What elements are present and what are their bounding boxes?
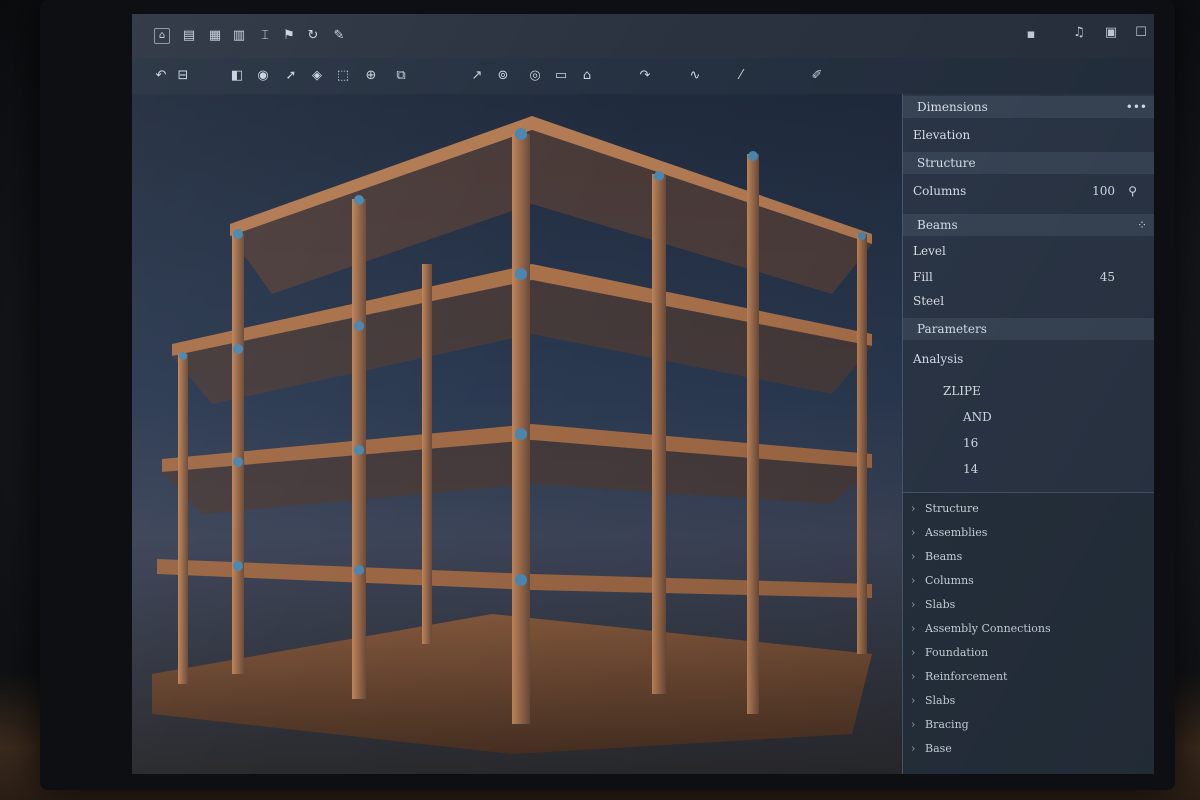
tree-item[interactable]: › Structure [911, 499, 979, 519]
panel-row[interactable]: Structure [903, 152, 1154, 174]
panel-row[interactable]: 14 [963, 458, 1154, 480]
chevron-right-icon[interactable]: › [911, 715, 925, 735]
chevron-right-icon[interactable]: › [911, 499, 925, 519]
tree-item[interactable]: › Bracing [911, 715, 969, 735]
row-label: Elevation [913, 128, 971, 142]
undo-icon[interactable]: ↶ [152, 67, 170, 85]
panel-row[interactable]: Dimensions ••• [903, 96, 1154, 118]
tag-icon[interactable]: ⊕ [362, 67, 380, 85]
tag-icon[interactable]: ⚑ [280, 27, 298, 45]
home-icon[interactable]: ⌂ [578, 67, 596, 85]
row-label: AND [963, 410, 992, 424]
home-icon[interactable]: ▭ [552, 67, 570, 85]
pen-icon[interactable]: ✎ [330, 27, 348, 45]
line-icon[interactable]: ∿ [686, 67, 704, 85]
chevron-right-icon[interactable]: › [911, 571, 925, 591]
app-screen: ⌂ ▤ ▦ ▥ ⌶ ⚑ ↻ ✎ ▪ ♫ ▣ ☐ ↶ ⊟ ◧ ◉ ➚ ◈ ⬚ ⊕ … [132, 14, 1154, 774]
home-icon[interactable]: ⌂ [154, 28, 170, 44]
minimize-icon[interactable]: ▪ [1022, 26, 1040, 44]
cursor-icon[interactable]: ➚ [282, 67, 300, 85]
refresh-icon[interactable]: ↻ [304, 27, 322, 45]
eye-icon[interactable]: ⊚ [494, 67, 512, 85]
tree-item[interactable]: › Beams [911, 547, 962, 567]
tree-item[interactable]: › Base [911, 739, 952, 759]
tree-item[interactable]: › Slabs [911, 595, 955, 615]
arrow-icon[interactable]: ↗ [468, 67, 486, 85]
chevron-right-icon[interactable]: › [911, 739, 925, 759]
tool-strip: ↶ ⊟ ◧ ◉ ➚ ◈ ⬚ ⊕ ⧉ ↗ ⊚ ◎ ▭ ⌂ ↷ ∿ ⁄ ✐ [132, 58, 1154, 95]
top-toolbar: ⌂ ▤ ▦ ▥ ⌶ ⚑ ↻ ✎ ▪ ♫ ▣ ☐ [132, 14, 1154, 59]
row-label: Fill [913, 270, 933, 284]
pin-icon[interactable]: ⁄ [732, 67, 750, 85]
panel-row[interactable]: Steel [913, 290, 1145, 312]
music-icon[interactable]: ♫ [1070, 24, 1088, 42]
row-label: Beams [917, 218, 958, 232]
tree-item[interactable]: › Slabs [911, 691, 955, 711]
more-icon[interactable]: ••• [1126, 96, 1147, 118]
panel-row[interactable]: Beams ⁘ [903, 214, 1154, 236]
chevron-right-icon[interactable]: › [911, 547, 925, 567]
row-label: Analysis [913, 352, 964, 366]
tree-item[interactable]: › Foundation [911, 643, 988, 663]
chevron-right-icon[interactable]: › [911, 595, 925, 615]
row-label: Structure [917, 156, 976, 170]
arrow-icon[interactable]: ↷ [636, 67, 654, 85]
layers-icon[interactable]: ⧉ [392, 67, 410, 85]
search-icon[interactable]: ⚲ [1128, 180, 1137, 202]
chevron-right-icon[interactable]: › [911, 619, 925, 639]
panel-row[interactable]: AND [963, 406, 1154, 428]
panel-row[interactable]: Parameters [903, 318, 1154, 340]
tree-item[interactable]: › Assembly Connections [911, 619, 1051, 639]
lock-icon[interactable]: ⊟ [174, 67, 192, 85]
panel-row[interactable]: ZLIPE [943, 380, 1154, 402]
chevron-right-icon[interactable]: › [911, 667, 925, 687]
row-label: ZLIPE [943, 384, 981, 398]
fit-icon[interactable]: ⬚ [334, 67, 352, 85]
panel-row[interactable]: Level [913, 240, 1145, 262]
structure-tree: › Structure › Assemblies › Beams › Columns ›… [903, 492, 1154, 774]
chevron-right-icon[interactable]: › [911, 523, 925, 543]
more-icon[interactable]: ⁘ [1137, 214, 1147, 236]
tree-item[interactable]: › Columns [911, 571, 974, 591]
copy-icon[interactable]: ◧ [228, 67, 246, 85]
monitor-bezel: ⌂ ▤ ▦ ▥ ⌶ ⚑ ↻ ✎ ▪ ♫ ▣ ☐ ↶ ⊟ ◧ ◉ ➚ ◈ ⬚ ⊕ … [40, 0, 1175, 790]
chevron-right-icon[interactable]: › [911, 643, 925, 663]
save-icon[interactable]: ▣ [1102, 24, 1120, 42]
row-label: Columns [913, 184, 967, 198]
panel-row[interactable]: 16 [963, 432, 1154, 454]
layers-icon[interactable]: ▤ [180, 27, 198, 45]
row-label: 14 [963, 462, 979, 476]
row-label: Parameters [917, 322, 987, 336]
panel-row[interactable]: Analysis [913, 348, 1145, 370]
row-label: Dimensions [917, 100, 988, 114]
drop-icon[interactable]: ◈ [308, 67, 326, 85]
row-label: Level [913, 244, 946, 258]
box-icon[interactable]: ◎ [526, 67, 544, 85]
row-value: 45 [1099, 270, 1115, 284]
camera-icon[interactable]: ◉ [254, 67, 272, 85]
3d-viewport[interactable] [132, 94, 902, 774]
window-icon[interactable]: ☐ [1132, 24, 1150, 42]
ruler-icon[interactable]: ⌶ [256, 27, 274, 45]
row-label: 16 [963, 436, 979, 450]
panel-row[interactable]: Elevation [913, 124, 1145, 146]
panel-row[interactable]: Fill 45 [913, 266, 1145, 288]
tree-item[interactable]: › Reinforcement [911, 667, 1007, 687]
row-value: 100 [1092, 184, 1115, 198]
chevron-right-icon[interactable]: › [911, 691, 925, 711]
structure-model [152, 116, 872, 754]
grid-icon[interactable]: ▦ [206, 27, 224, 45]
chart-icon[interactable]: ▥ [230, 27, 248, 45]
pen-icon[interactable]: ✐ [808, 67, 826, 85]
row-label: Steel [913, 294, 945, 308]
properties-panel: Dimensions ••• Elevation Structure Colum… [902, 94, 1154, 774]
tree-item[interactable]: › Assemblies [911, 523, 987, 543]
panel-row[interactable]: Columns 100 ⚲ [913, 180, 1145, 202]
